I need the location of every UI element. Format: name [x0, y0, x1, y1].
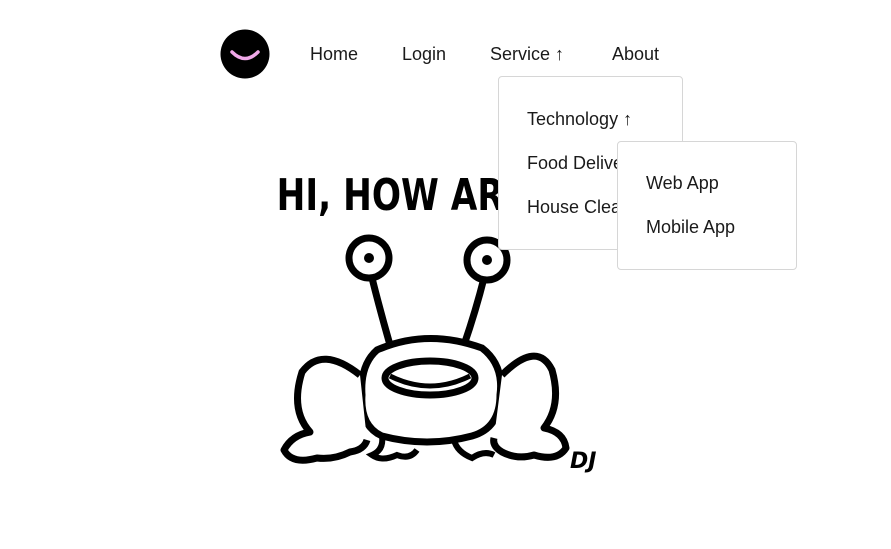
menu-item-web-app[interactable]: Web App	[646, 171, 719, 195]
page: Home Login Service ↑ About HI, HOW ARE Y…	[0, 0, 891, 549]
nav-service-link[interactable]: Service ↑	[490, 42, 564, 66]
technology-submenu: Web App Mobile App	[617, 141, 797, 270]
nav-login-link[interactable]: Login	[402, 42, 446, 66]
menu-item-technology[interactable]: Technology ↑	[527, 107, 632, 131]
nav-home-link[interactable]: Home	[310, 42, 358, 66]
hero-signature: DJ	[570, 449, 596, 474]
smiley-logo-icon[interactable]	[220, 29, 270, 79]
menu-item-mobile-app[interactable]: Mobile App	[646, 215, 735, 239]
nav-about-link[interactable]: About	[612, 42, 659, 66]
